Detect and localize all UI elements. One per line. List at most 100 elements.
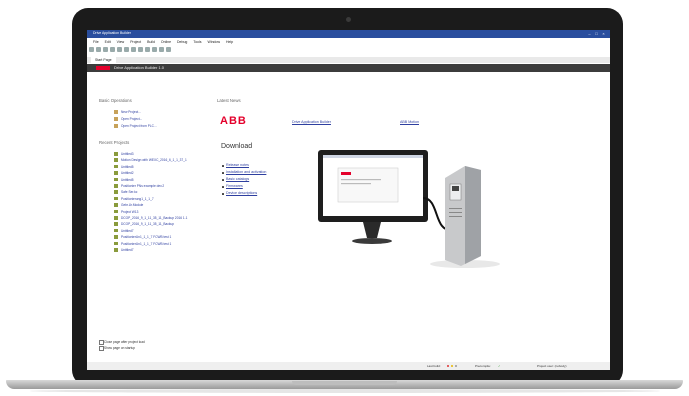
precompile-ok-icon: ✓ xyxy=(498,364,501,368)
minimize-icon[interactable]: – xyxy=(587,31,592,36)
last-build-label: Last build: xyxy=(427,364,441,368)
open-icon[interactable] xyxy=(96,47,101,52)
recent-project-link[interactable]: PositionierUn1_1_1_7 FCWB test 1 xyxy=(121,235,171,239)
monitor-screen-bar xyxy=(323,155,423,158)
build-icon[interactable] xyxy=(145,47,150,52)
app-header-title: Drive Application Builder 1.0 xyxy=(114,65,165,70)
redo-icon[interactable] xyxy=(138,47,143,52)
close-after-load-label: Close page after project load xyxy=(104,340,145,344)
laptop-notch xyxy=(292,381,397,385)
menu-debug[interactable]: Debug xyxy=(177,39,187,46)
project-icon xyxy=(114,203,118,207)
download-basic-catalogs[interactable]: Basic catalogs xyxy=(226,177,249,181)
precompile-label: Precompile: xyxy=(475,364,491,368)
tab-start-page[interactable]: Start Page xyxy=(91,57,116,63)
paste-icon[interactable] xyxy=(124,47,129,52)
menu-help[interactable]: Help xyxy=(226,39,233,46)
menu-window[interactable]: Window xyxy=(208,39,220,46)
new-icon[interactable] xyxy=(89,47,94,52)
project-icon xyxy=(114,235,118,239)
recent-project-link[interactable]: Untitled5 xyxy=(121,178,134,182)
project-icon xyxy=(114,152,118,156)
news-link-abb-motion[interactable]: ABB Motion xyxy=(400,120,419,124)
title-bar: Drive Application Builder – □ × xyxy=(87,30,610,38)
recent-project-link[interactable]: Project W13 xyxy=(121,210,138,214)
project-icon xyxy=(114,216,118,220)
abb-logo: ABB xyxy=(220,115,247,127)
bullet-icon xyxy=(222,193,224,195)
drive-vent xyxy=(449,208,462,209)
login-icon[interactable] xyxy=(152,47,157,52)
recent-project-link[interactable]: Safe Ser.kc xyxy=(121,190,137,194)
menu-build[interactable]: Build xyxy=(147,39,155,46)
project-icon xyxy=(114,184,118,188)
copy-icon[interactable] xyxy=(117,47,122,52)
open-project-link[interactable]: Open Project... xyxy=(121,117,142,121)
run-icon[interactable] xyxy=(159,47,164,52)
project-icon xyxy=(114,248,118,252)
news-link-drive-application-builder[interactable]: Drive Application Builder xyxy=(292,120,331,124)
cut-icon[interactable] xyxy=(110,47,115,52)
project-icon xyxy=(114,177,118,182)
download-installation[interactable]: Installation and activation xyxy=(226,170,266,174)
latest-news-heading: Latest News xyxy=(217,98,241,103)
drive-vent xyxy=(449,212,462,213)
error-icon xyxy=(447,365,449,367)
open-from-plc-link[interactable]: Open Project from PLC... xyxy=(121,124,157,128)
download-heading: Download xyxy=(221,143,253,150)
project-icon xyxy=(114,228,118,233)
recent-project-link[interactable]: Untitled7 xyxy=(121,248,134,252)
recent-projects-heading: Recent Projects xyxy=(99,140,130,145)
menu-view[interactable]: View xyxy=(117,39,125,46)
dialog-logo xyxy=(341,172,351,175)
menu-bar: File Edit View Project Build Online Debug Tools… xyxy=(87,39,610,46)
project-icon xyxy=(114,190,118,194)
laptop-shadow xyxy=(30,389,660,393)
project-icon xyxy=(114,209,118,214)
monitor-stand xyxy=(363,222,381,238)
show-on-startup-label: Show page on startup xyxy=(104,346,136,350)
status-bar: Last build: Precompile: ✓ Project user: … xyxy=(87,362,610,370)
download-release-notes[interactable]: Release notes xyxy=(226,163,249,167)
bullet-icon xyxy=(222,172,224,174)
download-device-descriptions[interactable]: Device descriptions xyxy=(226,191,257,195)
recent-project-link[interactable]: Untitled2 xyxy=(121,171,134,175)
project-icon xyxy=(114,171,118,175)
close-icon[interactable]: × xyxy=(601,31,606,36)
menu-project[interactable]: Project xyxy=(130,39,141,46)
monitor-base xyxy=(352,238,392,244)
undo-icon[interactable] xyxy=(131,47,136,52)
recent-project-link[interactable]: Positionierung1_1_1_7 xyxy=(121,197,154,201)
project-icon xyxy=(114,222,118,226)
recent-project-link[interactable]: Motion Design with WEXC_2016_6_1_1_37_1 xyxy=(121,158,187,162)
recent-project-link[interactable]: DCOP_2016_9_1_11_35_11_Backup xyxy=(121,222,174,226)
project-user-label: Project user: (nobody) xyxy=(537,364,567,368)
dialog-line xyxy=(341,179,381,181)
stop-icon[interactable] xyxy=(166,47,171,52)
recent-project-link[interactable]: Gebr.Ur.Module xyxy=(121,203,143,207)
recent-project-link[interactable]: DCOP_2016_9_1_11_35_11_Backup 2016 1.1 xyxy=(121,216,187,220)
save-icon[interactable] xyxy=(103,47,108,52)
recent-project-link[interactable]: Untitled7 xyxy=(121,229,134,233)
project-icon xyxy=(114,241,118,246)
bullet-icon xyxy=(222,179,224,181)
recent-project-link[interactable]: Positionier PNs example dev.2 xyxy=(121,184,164,188)
warning-icon xyxy=(451,365,453,367)
menu-edit[interactable]: Edit xyxy=(105,39,111,46)
screen: Drive Application Builder – □ × File Edit… xyxy=(87,30,610,370)
project-icon xyxy=(114,196,118,201)
window-title: Drive Application Builder xyxy=(93,31,131,35)
new-project-link[interactable]: New Project... xyxy=(121,110,141,114)
app-header: Drive Application Builder 1.0 xyxy=(87,64,610,72)
recent-project-link[interactable]: Untitled3 xyxy=(121,152,134,156)
menu-file[interactable]: File xyxy=(93,39,99,46)
menu-tools[interactable]: Tools xyxy=(193,39,201,46)
drive-display xyxy=(452,186,459,191)
project-icon xyxy=(114,164,118,169)
toolbar xyxy=(89,46,171,53)
download-firmwares[interactable]: Firmwares xyxy=(226,184,243,188)
maximize-icon[interactable]: □ xyxy=(594,31,599,36)
recent-project-link[interactable]: Untitled5 xyxy=(121,165,134,169)
recent-project-link[interactable]: PositionierUn1_1_1_7 FCWB test 1 xyxy=(121,242,171,246)
menu-online[interactable]: Online xyxy=(161,39,171,46)
